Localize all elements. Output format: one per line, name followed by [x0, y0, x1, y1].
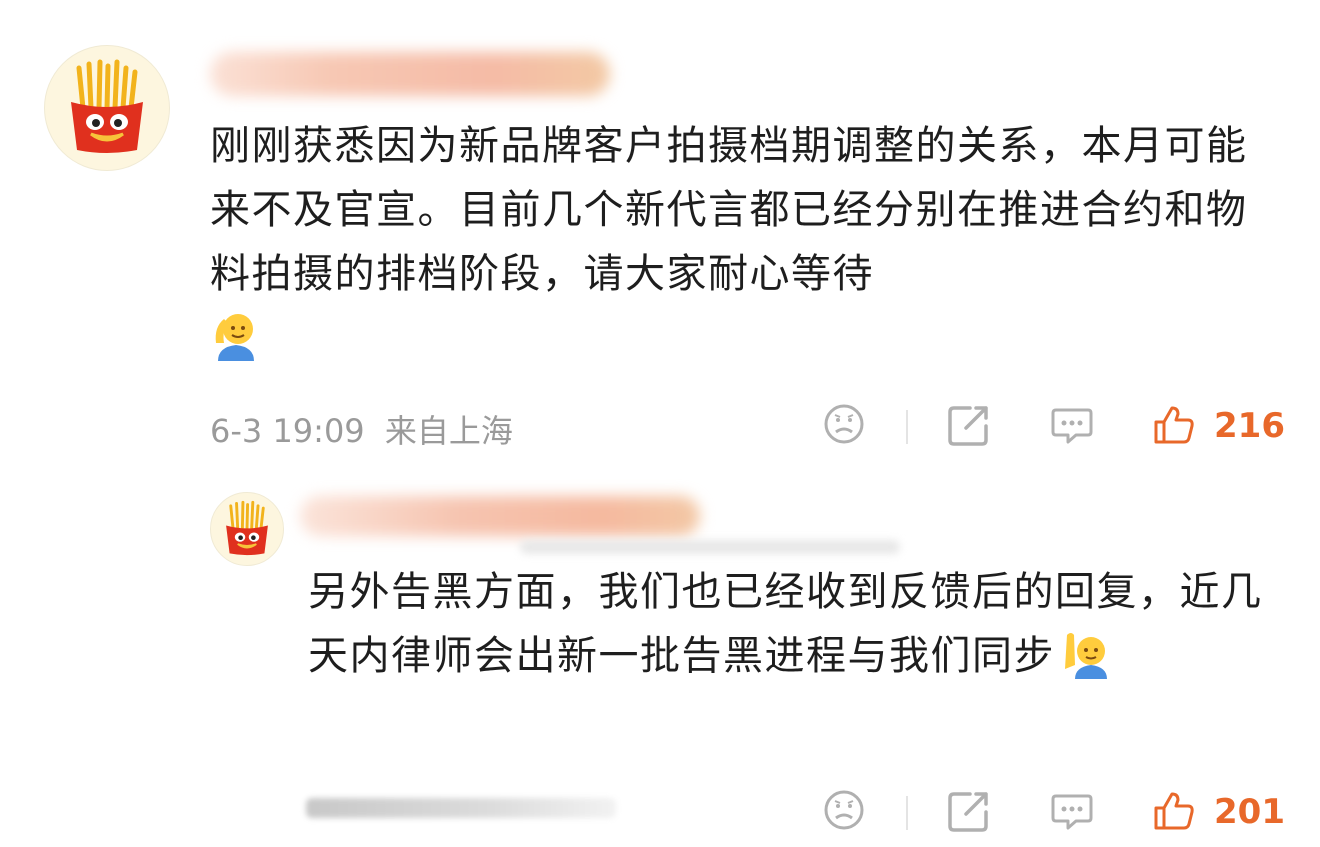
like-button[interactable] [1152, 788, 1196, 832]
reply-button[interactable] [1050, 402, 1094, 446]
share-button[interactable] [946, 788, 992, 834]
reply-author-badge [520, 540, 900, 554]
comment-author-name[interactable] [210, 52, 610, 96]
french-fries-icon [71, 59, 143, 153]
reply-text-body: 另外告黑方面，我们也已经收到反馈后的回复，近几天内律师会出新一批告黑进程与我们同… [308, 569, 1263, 679]
dislike-button[interactable] [822, 402, 866, 446]
reply-button[interactable] [1050, 788, 1094, 832]
comment-location: 来自上海 [384, 412, 513, 450]
reply-actions: 201 [820, 788, 1290, 838]
frown-face-icon [824, 790, 864, 830]
comment-time: 6-3 19:09 [210, 412, 365, 450]
comment-meta: 6-3 19:09 来自上海 [210, 406, 513, 452]
thumbs-up-icon [1154, 792, 1194, 830]
share-button[interactable] [946, 402, 992, 448]
comment-text: 刚刚获悉因为新品牌客户拍摄档期调整的关系，本月可能来不及官宣。目前几个新代言都已… [210, 114, 1270, 380]
comment-actions: 216 [820, 402, 1290, 452]
reply-text: 另外告黑方面，我们也已经收到反馈后的回复，近几天内律师会出新一批告黑进程与我们同… [308, 560, 1268, 698]
comment-bubble-icon [1051, 794, 1093, 830]
like-count: 201 [1214, 792, 1285, 832]
comment-avatar[interactable] [44, 45, 170, 171]
action-separator [906, 796, 908, 830]
frown-face-icon [824, 404, 864, 444]
reply-avatar[interactable] [210, 492, 284, 566]
reply-meta-redacted [306, 798, 616, 818]
action-separator [906, 410, 908, 444]
raise-hand-emoji [1061, 629, 1111, 698]
thumbs-up-icon [1154, 406, 1194, 444]
like-button[interactable] [1152, 402, 1196, 446]
reply-author-name[interactable] [300, 496, 700, 536]
share-icon [948, 792, 988, 832]
comment-text-body: 刚刚获悉因为新品牌客户拍摄档期调整的关系，本月可能来不及官宣。目前几个新代言都已… [210, 123, 1248, 297]
like-count: 216 [1214, 406, 1285, 446]
share-icon [948, 406, 988, 446]
dislike-button[interactable] [822, 788, 866, 832]
french-fries-icon [226, 500, 268, 556]
comment-bubble-icon [1051, 408, 1093, 444]
salute-emoji [210, 309, 262, 380]
